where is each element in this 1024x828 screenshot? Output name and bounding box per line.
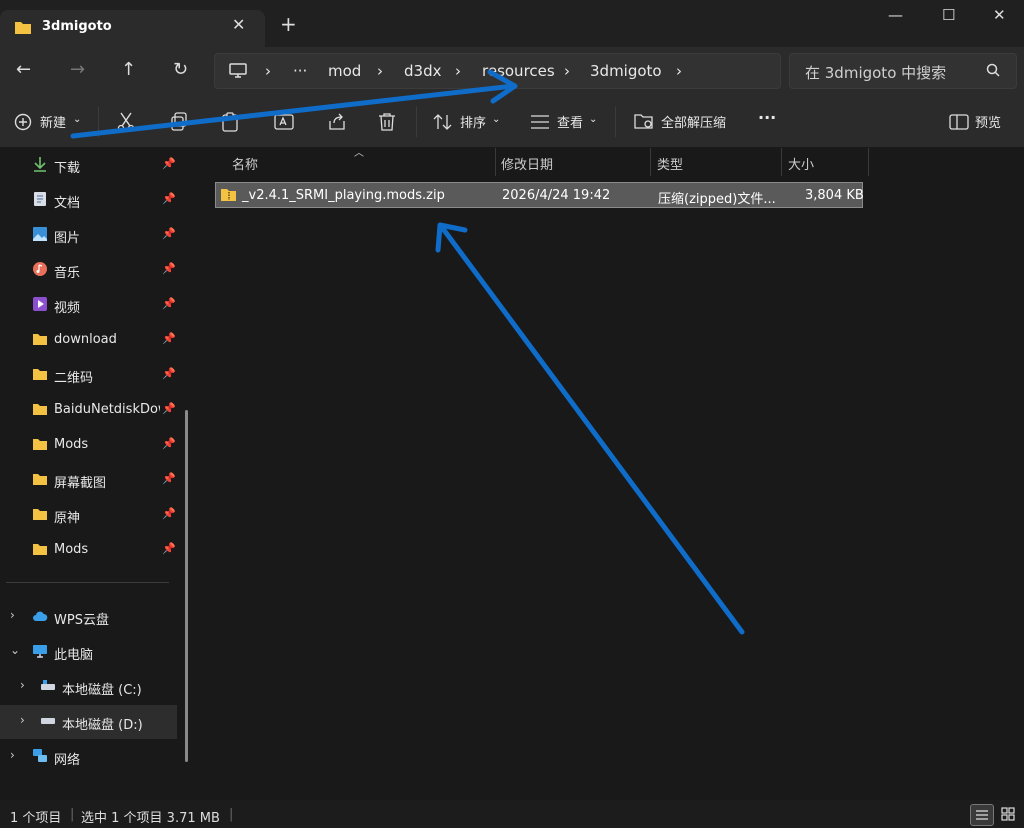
- annotation-overlay: [70, 69, 745, 635]
- annotation-arrow-to-address: [70, 69, 518, 139]
- annotation-arrow-to-file: [435, 222, 745, 635]
